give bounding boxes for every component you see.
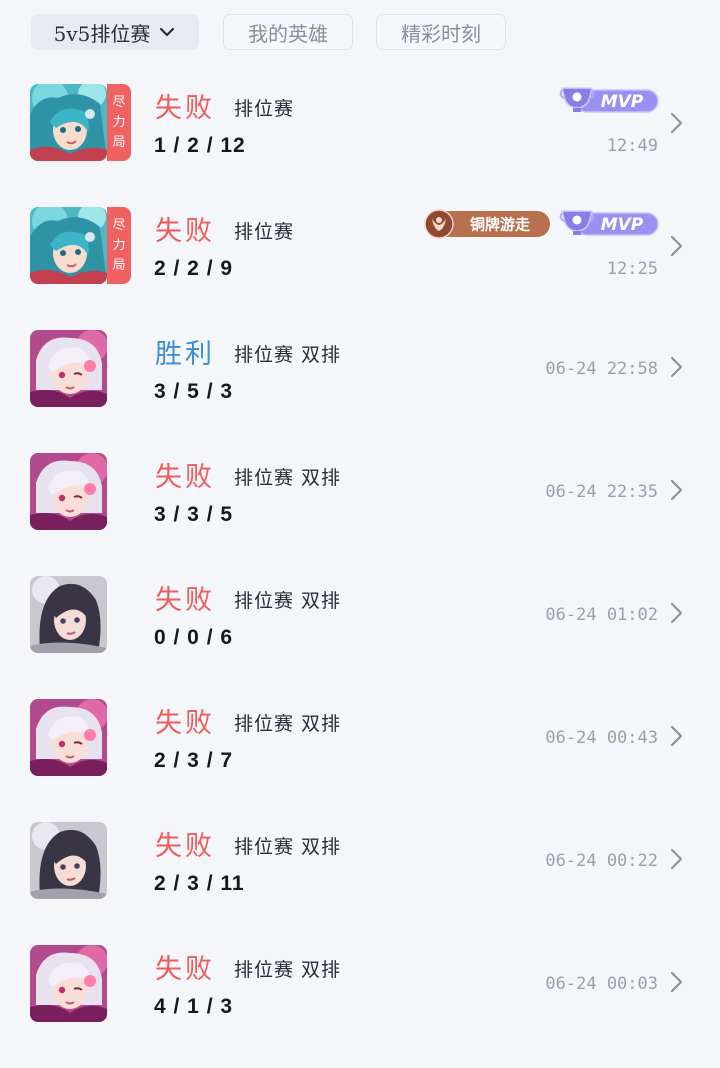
mvp-badge: MVP bbox=[559, 87, 659, 113]
match-kda: 2 / 3 / 11 bbox=[154, 872, 245, 895]
hero-portrait-image bbox=[30, 330, 107, 407]
match-time: 06-24 22:35 bbox=[545, 482, 658, 502]
match-time: 06-24 22:58 bbox=[545, 359, 658, 379]
mode-dropdown[interactable]: 5v5排位赛 bbox=[31, 14, 199, 50]
effort-tag-char: 尽 bbox=[112, 94, 126, 110]
hero-avatar bbox=[30, 945, 107, 1022]
match-row[interactable]: 尽 力 局 失败 排位赛 2 / 2 / 9 铜牌游走 MVP 12:25 bbox=[0, 207, 720, 330]
hero-avatar bbox=[30, 576, 107, 653]
match-row[interactable]: 失败 排位赛 双排 0 / 0 / 6 06-24 01:02 bbox=[0, 576, 720, 699]
effort-tag-char: 力 bbox=[112, 237, 126, 253]
chevron-down-icon bbox=[160, 27, 175, 37]
chevron-right-icon[interactable] bbox=[668, 233, 686, 259]
chevron-right-icon[interactable] bbox=[668, 354, 686, 380]
match-kda: 3 / 5 / 3 bbox=[154, 380, 234, 403]
chevron-right-icon[interactable] bbox=[668, 723, 686, 749]
match-row[interactable]: 尽 力 局 失败 排位赛 1 / 2 / 12 MVP 12:49 bbox=[0, 84, 720, 207]
match-result: 胜利 bbox=[155, 339, 215, 370]
match-result: 失败 bbox=[155, 954, 215, 985]
match-row[interactable]: 失败 排位赛 双排 2 / 3 / 11 06-24 00:22 bbox=[0, 822, 720, 945]
mvp-badge-label: MVP bbox=[601, 92, 644, 112]
effort-tag-char: 尽 bbox=[112, 217, 126, 233]
match-kda: 1 / 2 / 12 bbox=[154, 134, 246, 157]
filter-bar: 5v5排位赛 我的英雄 精彩时刻 bbox=[0, 0, 720, 64]
effort-tag: 尽 力 局 bbox=[107, 84, 131, 161]
hero-avatar bbox=[30, 453, 107, 530]
hero-avatar bbox=[30, 330, 107, 407]
tab-highlights-label: 精彩时刻 bbox=[401, 21, 481, 46]
hero-portrait-image bbox=[30, 945, 107, 1022]
tab-my-heroes[interactable]: 我的英雄 bbox=[223, 14, 353, 50]
tab-highlights[interactable]: 精彩时刻 bbox=[376, 14, 506, 50]
match-time: 06-24 00:43 bbox=[545, 728, 658, 748]
hero-portrait-image bbox=[30, 84, 107, 161]
match-mode: 排位赛 双排 bbox=[234, 344, 342, 366]
match-mode: 排位赛 双排 bbox=[234, 836, 342, 858]
mvp-badge-label: MVP bbox=[601, 215, 644, 235]
tab-my-heroes-label: 我的英雄 bbox=[248, 21, 328, 46]
match-mode: 排位赛 双排 bbox=[234, 959, 342, 981]
effort-tag-char: 力 bbox=[112, 114, 126, 130]
match-result: 失败 bbox=[155, 585, 215, 616]
match-result: 失败 bbox=[155, 216, 215, 247]
match-mode: 排位赛 双排 bbox=[234, 713, 342, 735]
chevron-right-icon[interactable] bbox=[668, 110, 686, 136]
bronze-roamer-badge: 铜牌游走 bbox=[424, 209, 550, 239]
match-time: 06-24 00:22 bbox=[545, 851, 658, 871]
hero-portrait-image bbox=[30, 207, 107, 284]
chevron-right-icon[interactable] bbox=[668, 969, 686, 995]
match-kda: 4 / 1 / 3 bbox=[154, 995, 234, 1018]
hero-avatar bbox=[30, 699, 107, 776]
hero-portrait-image bbox=[30, 699, 107, 776]
match-row[interactable]: 失败 排位赛 双排 2 / 3 / 7 06-24 00:43 bbox=[0, 699, 720, 822]
hero-avatar bbox=[30, 822, 107, 899]
match-mode: 排位赛 双排 bbox=[234, 467, 342, 489]
bronze-badge-label: 铜牌游走 bbox=[470, 216, 530, 234]
match-time: 12:49 bbox=[606, 136, 658, 156]
match-row[interactable]: 失败 排位赛 双排 4 / 1 / 3 06-24 00:03 bbox=[0, 945, 720, 1068]
match-row[interactable]: 失败 排位赛 双排 3 / 3 / 5 06-24 22:35 bbox=[0, 453, 720, 576]
effort-tag-char: 局 bbox=[112, 134, 126, 150]
match-kda: 0 / 0 / 6 bbox=[154, 626, 234, 649]
match-result: 失败 bbox=[155, 93, 215, 124]
chevron-right-icon[interactable] bbox=[668, 477, 686, 503]
mvp-badge: MVP bbox=[559, 210, 659, 236]
mode-dropdown-label: 5v5排位赛 bbox=[53, 21, 151, 46]
match-mode: 排位赛 bbox=[234, 221, 295, 243]
effort-tag: 尽 力 局 bbox=[107, 207, 131, 284]
hero-avatar bbox=[30, 84, 107, 161]
chevron-right-icon[interactable] bbox=[668, 600, 686, 626]
match-mode: 排位赛 bbox=[234, 98, 295, 120]
hero-portrait-image bbox=[30, 576, 107, 653]
hero-portrait-image bbox=[30, 453, 107, 530]
chevron-right-icon[interactable] bbox=[668, 846, 686, 872]
match-result: 失败 bbox=[155, 708, 215, 739]
match-result: 失败 bbox=[155, 831, 215, 862]
match-row[interactable]: 胜利 排位赛 双排 3 / 5 / 3 06-24 22:58 bbox=[0, 330, 720, 453]
match-time: 06-24 01:02 bbox=[545, 605, 658, 625]
match-time: 12:25 bbox=[606, 259, 658, 279]
hero-portrait-image bbox=[30, 822, 107, 899]
match-result: 失败 bbox=[155, 462, 215, 493]
match-kda: 3 / 3 / 5 bbox=[154, 503, 234, 526]
match-kda: 2 / 3 / 7 bbox=[154, 749, 234, 772]
match-time: 06-24 00:03 bbox=[545, 974, 658, 994]
match-kda: 2 / 2 / 9 bbox=[154, 257, 234, 280]
effort-tag-char: 局 bbox=[112, 257, 126, 273]
match-mode: 排位赛 双排 bbox=[234, 590, 342, 612]
hero-avatar bbox=[30, 207, 107, 284]
